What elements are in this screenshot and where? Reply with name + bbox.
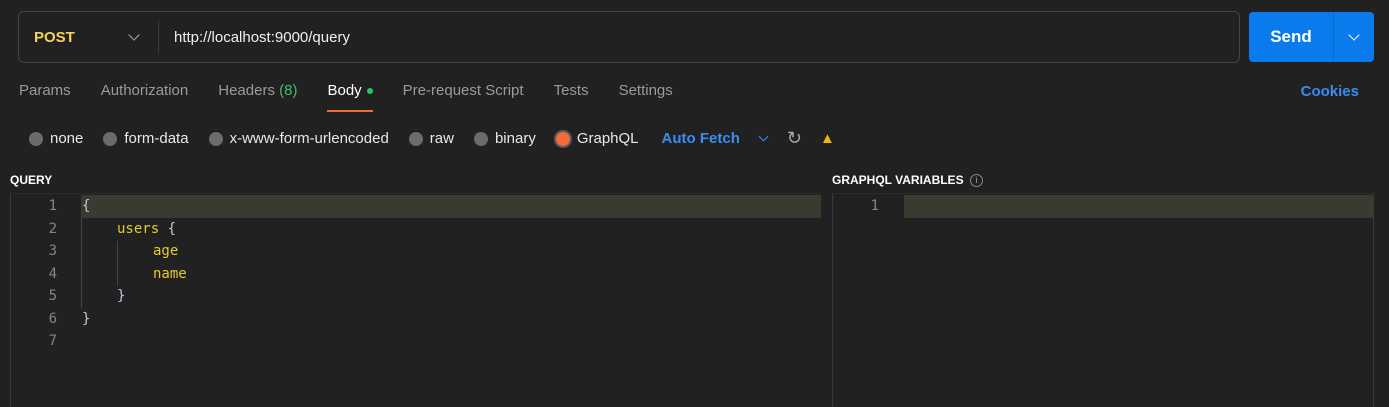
line-number: 6 <box>48 311 57 327</box>
radio-label: raw <box>429 130 454 147</box>
line-number: 4 <box>48 266 57 282</box>
tab-tests[interactable]: Tests <box>554 82 589 112</box>
radio-selected-icon <box>555 131 570 146</box>
tab-body[interactable]: Body <box>327 82 373 112</box>
chevron-down-icon[interactable] <box>758 131 769 142</box>
radio-label: form-data <box>124 130 189 147</box>
line-number: 3 <box>48 243 57 259</box>
query-title: QUERY <box>10 173 53 187</box>
tab-params[interactable]: Params <box>19 82 71 112</box>
radio-icon <box>208 131 223 146</box>
method-select[interactable]: POST <box>19 21 159 53</box>
modified-dot-icon <box>366 88 373 95</box>
radio-icon <box>473 131 488 146</box>
chevron-down-icon <box>128 29 140 41</box>
send-options-button[interactable] <box>1334 12 1374 62</box>
radio-icon <box>103 131 118 146</box>
field-age: age <box>153 243 179 259</box>
auto-fetch-button[interactable]: Auto Fetch <box>662 130 740 147</box>
active-line-highlight <box>81 195 821 218</box>
warning-icon[interactable]: ▲ <box>820 130 835 147</box>
panel-divider <box>1373 193 1374 407</box>
tab-label: Body <box>327 82 362 99</box>
radio-binary[interactable]: binary <box>473 130 536 147</box>
chevron-down-icon <box>1348 29 1360 41</box>
body-mode-selector: none form-data x-www-form-urlencoded raw… <box>29 128 835 149</box>
headers-count: (8) <box>279 82 298 99</box>
radio-icon <box>408 131 423 146</box>
code-brace: { <box>82 198 91 214</box>
tab-label: Headers <box>218 82 275 99</box>
radio-urlencoded[interactable]: x-www-form-urlencoded <box>208 130 389 147</box>
tab-authorization[interactable]: Authorization <box>101 82 189 112</box>
send-button[interactable]: Send <box>1249 12 1334 62</box>
refresh-icon[interactable]: ↻ <box>787 128 802 149</box>
query-editor[interactable]: 1 2 3 4 5 6 7 { users { age name } } <box>10 193 821 407</box>
radio-label: none <box>50 130 84 147</box>
info-icon[interactable]: i <box>969 174 983 188</box>
code-brace: } <box>82 311 91 327</box>
field-name: name <box>153 266 187 282</box>
line-number: 1 <box>870 198 879 214</box>
cookies-link[interactable]: Cookies <box>1301 83 1359 100</box>
line-number: 7 <box>48 333 57 349</box>
field-users: users <box>117 221 160 237</box>
code-line: users { <box>117 218 176 241</box>
line-number: 5 <box>48 288 57 304</box>
method-label: POST <box>34 28 75 46</box>
request-tabs: Params Authorization Headers (8) Body Pr… <box>19 82 673 112</box>
variables-editor[interactable]: 1 <box>832 193 1373 407</box>
tab-settings[interactable]: Settings <box>619 82 673 112</box>
variables-title-text: GRAPHQL VARIABLES <box>832 173 964 187</box>
active-line-highlight <box>904 195 1373 218</box>
line-number: 1 <box>48 198 57 214</box>
send-button-group: Send <box>1249 12 1374 62</box>
radio-label: binary <box>494 130 536 147</box>
url-bar: POST http://localhost:9000/query <box>18 11 1240 63</box>
radio-raw[interactable]: raw <box>408 130 454 147</box>
radio-label: GraphQL <box>576 130 639 147</box>
radio-form-data[interactable]: form-data <box>103 130 189 147</box>
variables-title: GRAPHQL VARIABLES i <box>832 173 983 188</box>
indent-guide <box>117 241 118 286</box>
line-number: 2 <box>48 221 57 237</box>
code-brace: { <box>159 221 177 237</box>
tab-pre-request-script[interactable]: Pre-request Script <box>403 82 524 112</box>
tab-headers[interactable]: Headers (8) <box>218 82 297 112</box>
code-brace: } <box>117 288 126 304</box>
radio-none[interactable]: none <box>29 130 83 147</box>
radio-graphql[interactable]: GraphQL <box>555 130 639 147</box>
radio-label: x-www-form-urlencoded <box>229 130 389 147</box>
indent-guide <box>81 218 82 308</box>
url-input[interactable]: http://localhost:9000/query <box>159 29 350 46</box>
radio-icon <box>29 131 43 146</box>
